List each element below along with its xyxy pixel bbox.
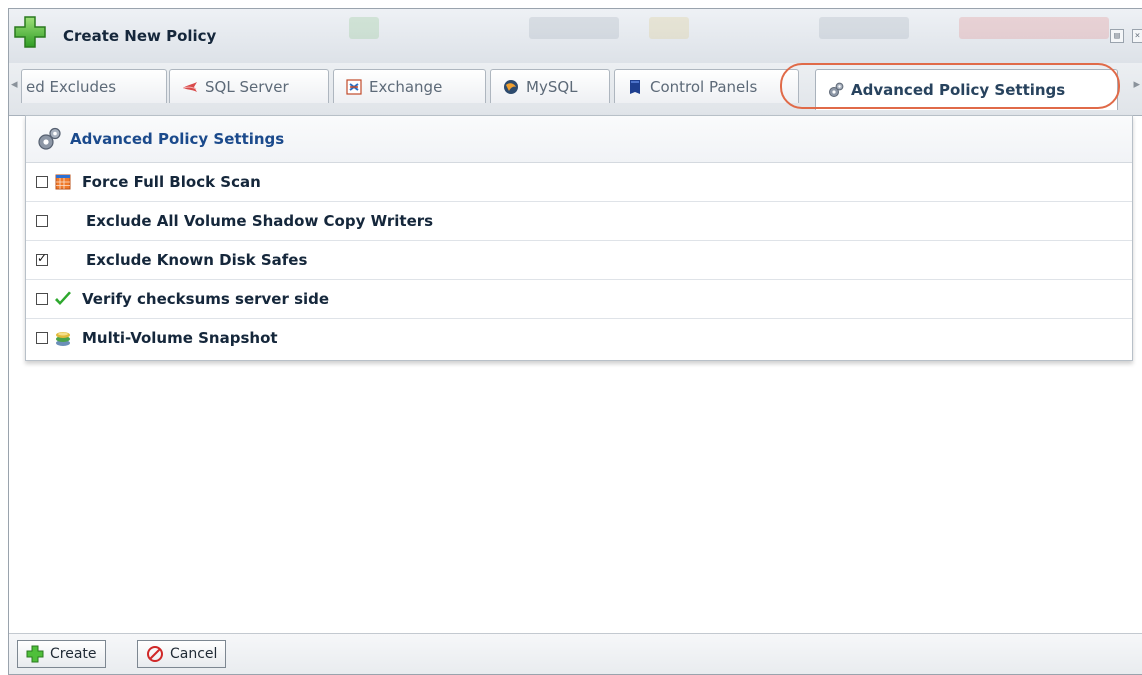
cancel-button[interactable]: Cancel <box>137 640 227 668</box>
dialog-title: Create New Policy <box>63 27 217 45</box>
mysql-icon <box>504 79 518 94</box>
option-label: Exclude All Volume Shadow Copy Writers <box>86 212 434 230</box>
cancel-button-label: Cancel <box>170 646 218 662</box>
tab-strip: ◂ ed Excludes SQL Server Exchange MySQL … <box>9 63 1142 116</box>
tab-label: Exchange <box>369 77 443 96</box>
option-exclude-known-disk-safes: Exclude Known Disk Safes <box>26 241 1132 280</box>
create-button[interactable]: Create <box>17 640 106 668</box>
background-ghost <box>819 17 909 39</box>
option-checkbox[interactable] <box>36 332 48 344</box>
restore-button[interactable]: ▤ <box>1110 29 1124 43</box>
green-plus-icon <box>14 16 46 48</box>
tab-exchange[interactable]: Exchange <box>333 69 486 103</box>
tab-mysql[interactable]: MySQL <box>490 69 610 103</box>
tab-scroll-left-icon[interactable]: ◂ <box>11 77 18 92</box>
background-ghost <box>529 17 619 39</box>
background-ghost <box>959 17 1109 39</box>
option-checkbox[interactable] <box>36 215 48 227</box>
option-exclude-vss-writers: Exclude All Volume Shadow Copy Writers <box>26 202 1132 241</box>
background-ghost <box>649 17 689 39</box>
create-button-label: Create <box>50 646 97 662</box>
dialog-titlebar[interactable]: Create New Policy ▤ × <box>9 9 1142 64</box>
option-checkbox[interactable] <box>36 251 48 266</box>
gears-icon <box>829 82 844 97</box>
option-checkbox[interactable] <box>36 293 48 305</box>
calendar-icon <box>54 173 72 191</box>
tab-label: Advanced Policy Settings <box>851 81 1066 99</box>
close-button[interactable]: × <box>1132 29 1142 43</box>
option-multi-volume-snapshot: Multi-Volume Snapshot <box>26 319 1132 357</box>
option-label: Verify checksums server side <box>82 290 330 308</box>
background-ghost <box>349 17 379 39</box>
green-plus-icon <box>26 645 44 663</box>
tab-label: ed Excludes <box>26 77 117 96</box>
tab-label: SQL Server <box>205 77 289 96</box>
option-label: Force Full Block Scan <box>82 173 261 191</box>
exchange-icon <box>346 78 362 95</box>
tab-sql-server[interactable]: SQL Server <box>169 69 329 103</box>
tab-label: Control Panels <box>650 77 758 96</box>
gears-icon <box>38 127 61 150</box>
cancel-icon <box>147 646 163 662</box>
option-label: Exclude Known Disk Safes <box>86 251 308 269</box>
option-label: Multi-Volume Snapshot <box>82 329 278 347</box>
checkmark-icon <box>54 290 72 308</box>
volume-stack-icon <box>54 329 72 347</box>
tab-excludes[interactable]: ed Excludes <box>21 69 167 103</box>
tab-advanced-policy-settings[interactable]: Advanced Policy Settings <box>815 69 1118 110</box>
option-verify-checksums: Verify checksums server side <box>26 280 1132 319</box>
sql-server-icon <box>183 81 197 92</box>
create-policy-dialog: Create New Policy ▤ × ◂ ed Excludes SQL … <box>8 8 1142 675</box>
option-force-full-block-scan: Force Full Block Scan <box>26 163 1132 202</box>
tab-control-panels[interactable]: Control Panels <box>614 69 799 103</box>
tab-label: MySQL <box>526 77 578 96</box>
option-checkbox[interactable] <box>36 176 48 188</box>
dialog-footer: Create Cancel <box>9 633 1142 674</box>
panel-header: Advanced Policy Settings <box>26 116 1132 163</box>
tab-scroll-right-icon[interactable]: ▸ <box>1133 77 1140 92</box>
panel-title: Advanced Policy Settings <box>70 130 285 148</box>
control-panels-icon <box>630 79 640 94</box>
advanced-settings-panel: Advanced Policy Settings Force Full Bloc… <box>25 115 1133 361</box>
